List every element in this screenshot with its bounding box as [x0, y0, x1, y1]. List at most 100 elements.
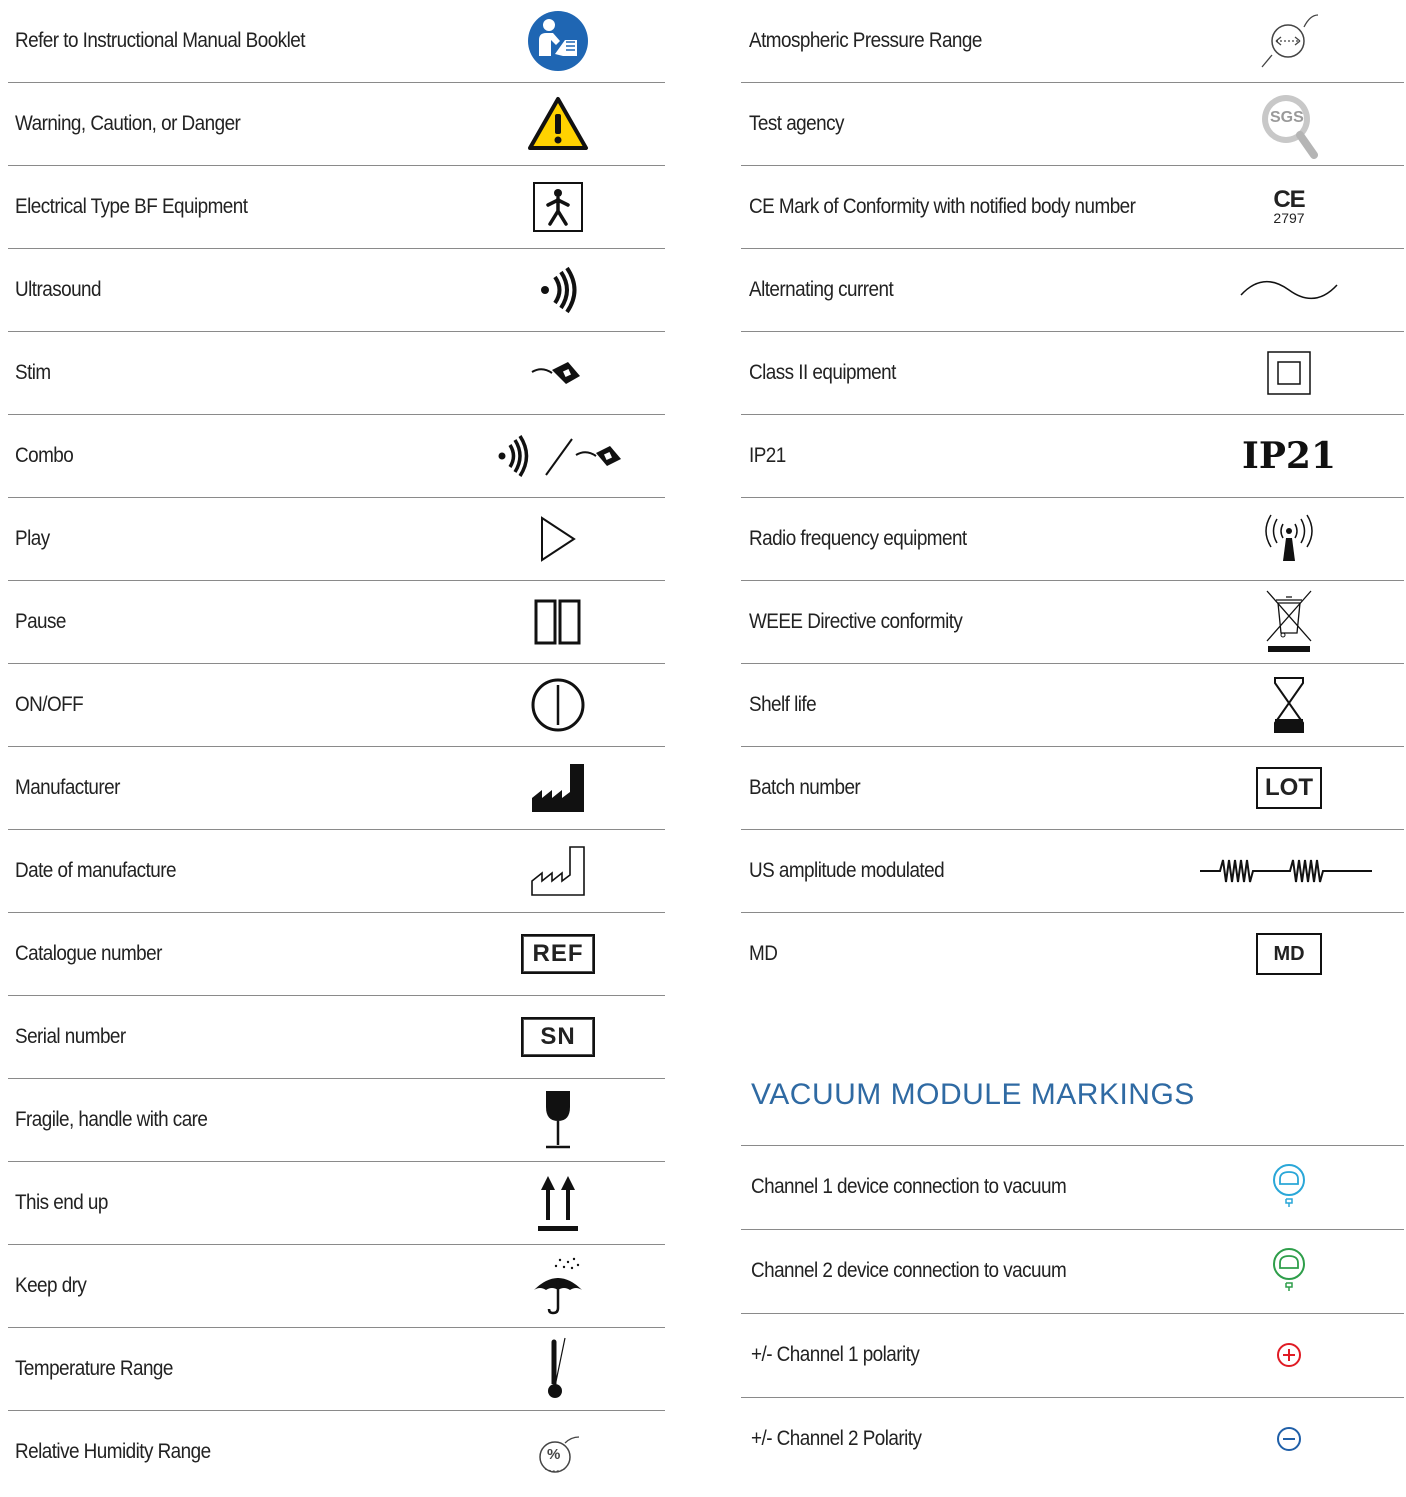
row-label: Warning, Caution, or Danger — [15, 112, 241, 135]
table-row: Combo — [8, 415, 665, 498]
table-row: Refer to Instructional Manual Booklet — [8, 0, 665, 83]
warning-triangle-icon — [498, 83, 618, 165]
row-label: Class II equipment — [749, 361, 896, 384]
this-end-up-icon — [498, 1162, 618, 1244]
manual-booklet-icon — [498, 0, 618, 82]
stim-icon — [498, 332, 618, 414]
table-row: Keep dry — [8, 1245, 665, 1328]
plus-polarity-icon — [1229, 1314, 1349, 1396]
channel-2-vacuum-icon — [1229, 1230, 1349, 1312]
row-label: Date of manufacture — [15, 859, 177, 882]
table-row: Catalogue number REF — [8, 913, 665, 996]
table-row: Shelf life — [741, 664, 1404, 747]
table-row: CE Mark of Conformity with notified body… — [741, 166, 1404, 249]
hourglass-icon — [1229, 664, 1349, 746]
radio-frequency-icon — [1229, 498, 1349, 580]
row-label: Channel 1 device connection to vacuum — [751, 1175, 1067, 1198]
ultrasound-icon — [498, 249, 618, 331]
ce-mark-icon: CE 2797 — [1273, 186, 1305, 226]
row-label: +/- Channel 1 polarity — [751, 1343, 920, 1366]
table-row: Alternating current — [741, 249, 1404, 332]
row-label: Shelf life — [749, 693, 817, 716]
ref-icon: REF — [498, 913, 618, 995]
manufacturer-icon — [498, 747, 618, 829]
row-label: Relative Humidity Range — [15, 1440, 211, 1463]
row-label: ON/OFF — [15, 693, 84, 716]
row-label: WEEE Directive conformity — [749, 610, 963, 633]
table-row: Atmospheric Pressure Range — [741, 0, 1404, 83]
table-row: Stim — [8, 332, 665, 415]
table-row: Serial number SN — [8, 996, 665, 1079]
row-label: Catalogue number — [15, 942, 162, 965]
row-label: Temperature Range — [15, 1357, 173, 1380]
table-row: Pause — [8, 581, 665, 664]
power-icon — [498, 664, 618, 746]
row-label: Serial number — [15, 1025, 126, 1048]
table-row: Warning, Caution, or Danger — [8, 83, 665, 166]
fragile-icon — [498, 1079, 618, 1161]
symbols-table-right: Atmospheric Pressure Range Test agency S… — [741, 0, 1404, 996]
row-label: Electrical Type BF Equipment — [15, 195, 248, 218]
row-label: Refer to Instructional Manual Booklet — [15, 29, 305, 52]
table-row: +/- Channel 2 Polarity — [741, 1398, 1404, 1482]
table-row: US amplitude modulated — [741, 830, 1404, 913]
table-row: This end up — [8, 1162, 665, 1245]
table-row: IP21 IP21 — [741, 415, 1404, 498]
row-label: Pause — [15, 610, 66, 633]
lot-icon: LOT — [1229, 747, 1349, 829]
alternating-current-icon — [1229, 249, 1349, 331]
table-row: Radio frequency equipment — [741, 498, 1404, 581]
row-label: Combo — [15, 444, 74, 467]
row-label: Test agency — [749, 112, 844, 135]
row-label: MD — [749, 942, 778, 965]
table-row: MD MD — [741, 913, 1404, 996]
row-label: Keep dry — [15, 1274, 87, 1297]
table-row: Class II equipment — [741, 332, 1404, 415]
channel-1-vacuum-icon — [1229, 1146, 1349, 1228]
row-label: Stim — [15, 361, 51, 384]
row-label: IP21 — [749, 444, 786, 467]
table-row: Fragile, handle with care — [8, 1079, 665, 1162]
amplitude-modulated-icon — [1191, 830, 1381, 912]
table-row: ON/OFF — [8, 664, 665, 747]
row-label: CE Mark of Conformity with notified body… — [749, 195, 1136, 218]
row-label: Batch number — [749, 776, 861, 799]
row-label: Radio frequency equipment — [749, 527, 967, 550]
table-row: Batch number LOT — [741, 747, 1404, 830]
table-row: Channel 2 device connection to vacuum — [741, 1230, 1404, 1314]
table-row: Date of manufacture — [8, 830, 665, 913]
table-row: Relative Humidity Range % — [8, 1411, 665, 1494]
type-bf-icon — [498, 166, 618, 248]
class-ii-icon — [1229, 332, 1349, 414]
table-row: Play — [8, 498, 665, 581]
minus-polarity-icon — [1229, 1398, 1349, 1480]
play-icon — [498, 498, 618, 580]
sgs-icon: SGS — [1229, 83, 1349, 165]
row-label: Manufacturer — [15, 776, 120, 799]
row-label: Atmospheric Pressure Range — [749, 29, 982, 52]
sn-icon: SN — [498, 996, 618, 1078]
table-row: Manufacturer — [8, 747, 665, 830]
symbols-table-left: Refer to Instructional Manual Booklet Wa… — [8, 0, 665, 1494]
keep-dry-icon — [498, 1245, 618, 1327]
row-label: Channel 2 device connection to vacuum — [751, 1259, 1067, 1282]
row-label: Ultrasound — [15, 278, 102, 301]
combo-icon — [486, 415, 636, 497]
table-row: Channel 1 device connection to vacuum — [741, 1146, 1404, 1230]
humidity-icon: % — [498, 1411, 618, 1497]
vacuum-markings-table: Channel 1 device connection to vacuum Ch… — [741, 1145, 1404, 1482]
table-row: Temperature Range — [8, 1328, 665, 1411]
row-label: Fragile, handle with care — [15, 1108, 208, 1131]
row-label: +/- Channel 2 Polarity — [751, 1427, 922, 1450]
row-label: Play — [15, 527, 50, 550]
pause-icon — [498, 581, 618, 663]
table-row: +/- Channel 1 polarity — [741, 1314, 1404, 1398]
thermometer-icon — [498, 1328, 618, 1410]
row-label: Alternating current — [749, 278, 894, 301]
date-of-manufacture-icon — [498, 830, 618, 912]
section-title: VACUUM MODULE MARKINGS — [751, 1078, 1195, 1111]
pressure-icon — [1229, 0, 1349, 82]
row-label: US amplitude modulated — [749, 859, 945, 882]
row-label: This end up — [15, 1191, 108, 1214]
weee-bin-icon — [1229, 581, 1349, 663]
